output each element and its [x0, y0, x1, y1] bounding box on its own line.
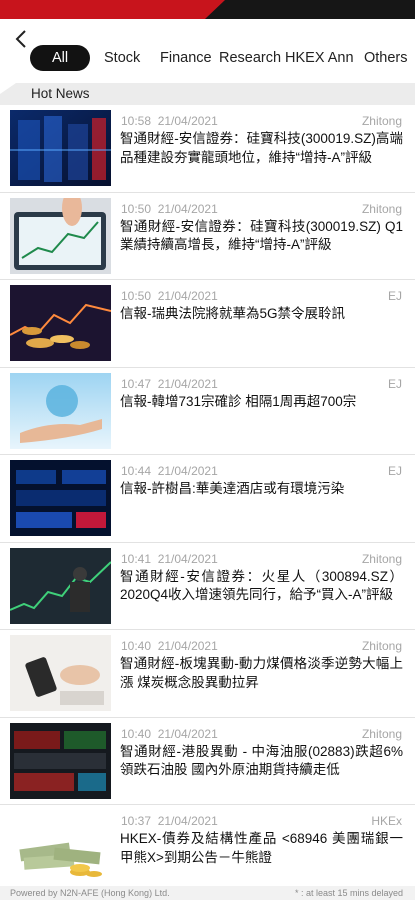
section-title: Hot News [31, 86, 90, 101]
footer-powered-by: Powered by N2N-AFE (Hong Kong) Ltd. [10, 888, 170, 898]
news-source: EJ [387, 464, 402, 478]
tab-others[interactable]: Others [364, 45, 408, 71]
news-time: 10:37 [121, 814, 152, 828]
coins-chart-image [10, 285, 111, 361]
news-title: 智通財經-港股異動 - 中海油服(02883)跌超6%領跌石油股 國內外原油期貨… [120, 743, 403, 778]
news-list: 10:58 21/04/2021 Zhitong 智通財經-安信證券：硅寶科技(3… [0, 105, 415, 892]
footer-delay-note: * : at least 15 mins delayed [294, 888, 403, 898]
news-item[interactable]: 10:47 21/04/2021 EJ 信報-韓增731宗確診 相隔1周再超700… [0, 368, 415, 455]
news-time: 10:58 [121, 114, 152, 128]
news-title: HKEX-債券及結構性產品 <68946 美團瑞銀一甲熊X>到期公告－牛熊證 [120, 831, 403, 865]
news-date: 21/04/2021 [157, 201, 218, 216]
news-time: 10:40 [121, 726, 152, 741]
brand-stripe-edge [205, 0, 225, 19]
news-time: 10:50 [121, 201, 152, 216]
tech-server-image [10, 110, 111, 186]
news-title: 智通財經-安信證券：硅寶科技(300019.SZ) Q1業績持續高增長，維持“增… [120, 218, 403, 253]
news-time: 10:40 [121, 639, 152, 653]
section-corner [0, 83, 16, 94]
news-source: HKEx [371, 814, 402, 828]
news-time: 10:50 [121, 289, 152, 303]
category-tabs: All Stock Finance Research HKEX Ann Othe… [0, 45, 415, 71]
news-source: Zhitong [361, 551, 402, 566]
news-date: 21/04/2021 [157, 814, 218, 828]
news-item[interactable]: 10:58 21/04/2021 Zhitong 智通財經-安信證券：硅寶科技(3… [0, 105, 415, 193]
news-item[interactable]: 10:41 21/04/2021 Zhitong 智通財經-安信證券：火星人（30… [0, 543, 415, 630]
news-date: 21/04/2021 [157, 289, 218, 303]
news-title: 信報-韓增731宗確診 相隔1周再超700宗 [120, 393, 357, 409]
tab-stock[interactable]: Stock [104, 45, 140, 71]
businessman-chart-image [10, 547, 111, 624]
section-header: Hot News [0, 83, 415, 105]
news-source: Zhitong [361, 114, 402, 128]
tablet-chart-image [10, 197, 111, 274]
globe-hand-image [10, 372, 111, 449]
brand-stripe [0, 0, 205, 19]
news-item[interactable]: 10:40 21/04/2021 Zhitong 智通財經-港股異動 - 中海油服… [0, 718, 415, 805]
news-time: 10:47 [121, 376, 152, 391]
status-bar [0, 0, 415, 19]
news-source: Zhitong [361, 201, 402, 216]
news-item[interactable]: 10:44 21/04/2021 EJ 信報-許樹昌:華美達酒店或有環境污染 [0, 455, 415, 543]
news-item[interactable]: 10:37 21/04/2021 HKEx HKEX-債券及結構性產品 <6894… [0, 805, 415, 892]
tab-research[interactable]: Research [219, 45, 281, 71]
stock-board-image [10, 460, 111, 536]
news-date: 21/04/2021 [157, 551, 218, 566]
news-source: EJ [387, 289, 402, 303]
news-title: 信報-許樹昌:華美達酒店或有環境污染 [120, 481, 345, 496]
news-source: Zhitong [361, 639, 402, 653]
news-title: 信報-瑞典法院將就華為5G禁令展聆訊 [120, 306, 346, 321]
news-title: 智通財經-板塊異動-動力煤價格淡季逆勢大幅上漲 煤炭概念股異動拉昇 [120, 656, 403, 690]
tab-finance[interactable]: Finance [160, 45, 212, 71]
tab-hkex-ann[interactable]: HKEX Ann [285, 45, 354, 71]
news-date: 21/04/2021 [157, 464, 218, 478]
news-time: 10:44 [121, 464, 152, 478]
ticker-screen-image [10, 722, 111, 799]
news-source: Zhitong [361, 726, 402, 741]
money-stack-image [10, 810, 111, 886]
news-date: 21/04/2021 [157, 114, 218, 128]
desk-phone-image [10, 635, 111, 711]
news-date: 21/04/2021 [157, 376, 218, 391]
news-date: 21/04/2021 [157, 639, 218, 653]
news-item[interactable]: 10:50 21/04/2021 Zhitong 智通財經-安信證券：硅寶科技(3… [0, 193, 415, 280]
news-title: 智通財經-安信證券：硅寶科技(300019.SZ)高端品種建設夯實龍頭地位，維持… [120, 131, 403, 165]
news-item[interactable]: 10:40 21/04/2021 Zhitong 智通財經-板塊異動-動力煤價格淡… [0, 630, 415, 718]
footer: Powered by N2N-AFE (Hong Kong) Ltd. * : … [0, 886, 415, 900]
tab-all[interactable]: All [30, 45, 90, 71]
news-date: 21/04/2021 [157, 726, 218, 741]
header: All Stock Finance Research HKEX Ann Othe… [0, 19, 415, 83]
news-time: 10:41 [121, 551, 152, 566]
news-title: 智通財經-安信證券：火星人（300894.SZ）2020Q4收入增速領先同行，給… [120, 568, 403, 603]
news-source: EJ [387, 376, 402, 391]
news-item[interactable]: 10:50 21/04/2021 EJ 信報-瑞典法院將就華為5G禁令展聆訊 [0, 280, 415, 368]
